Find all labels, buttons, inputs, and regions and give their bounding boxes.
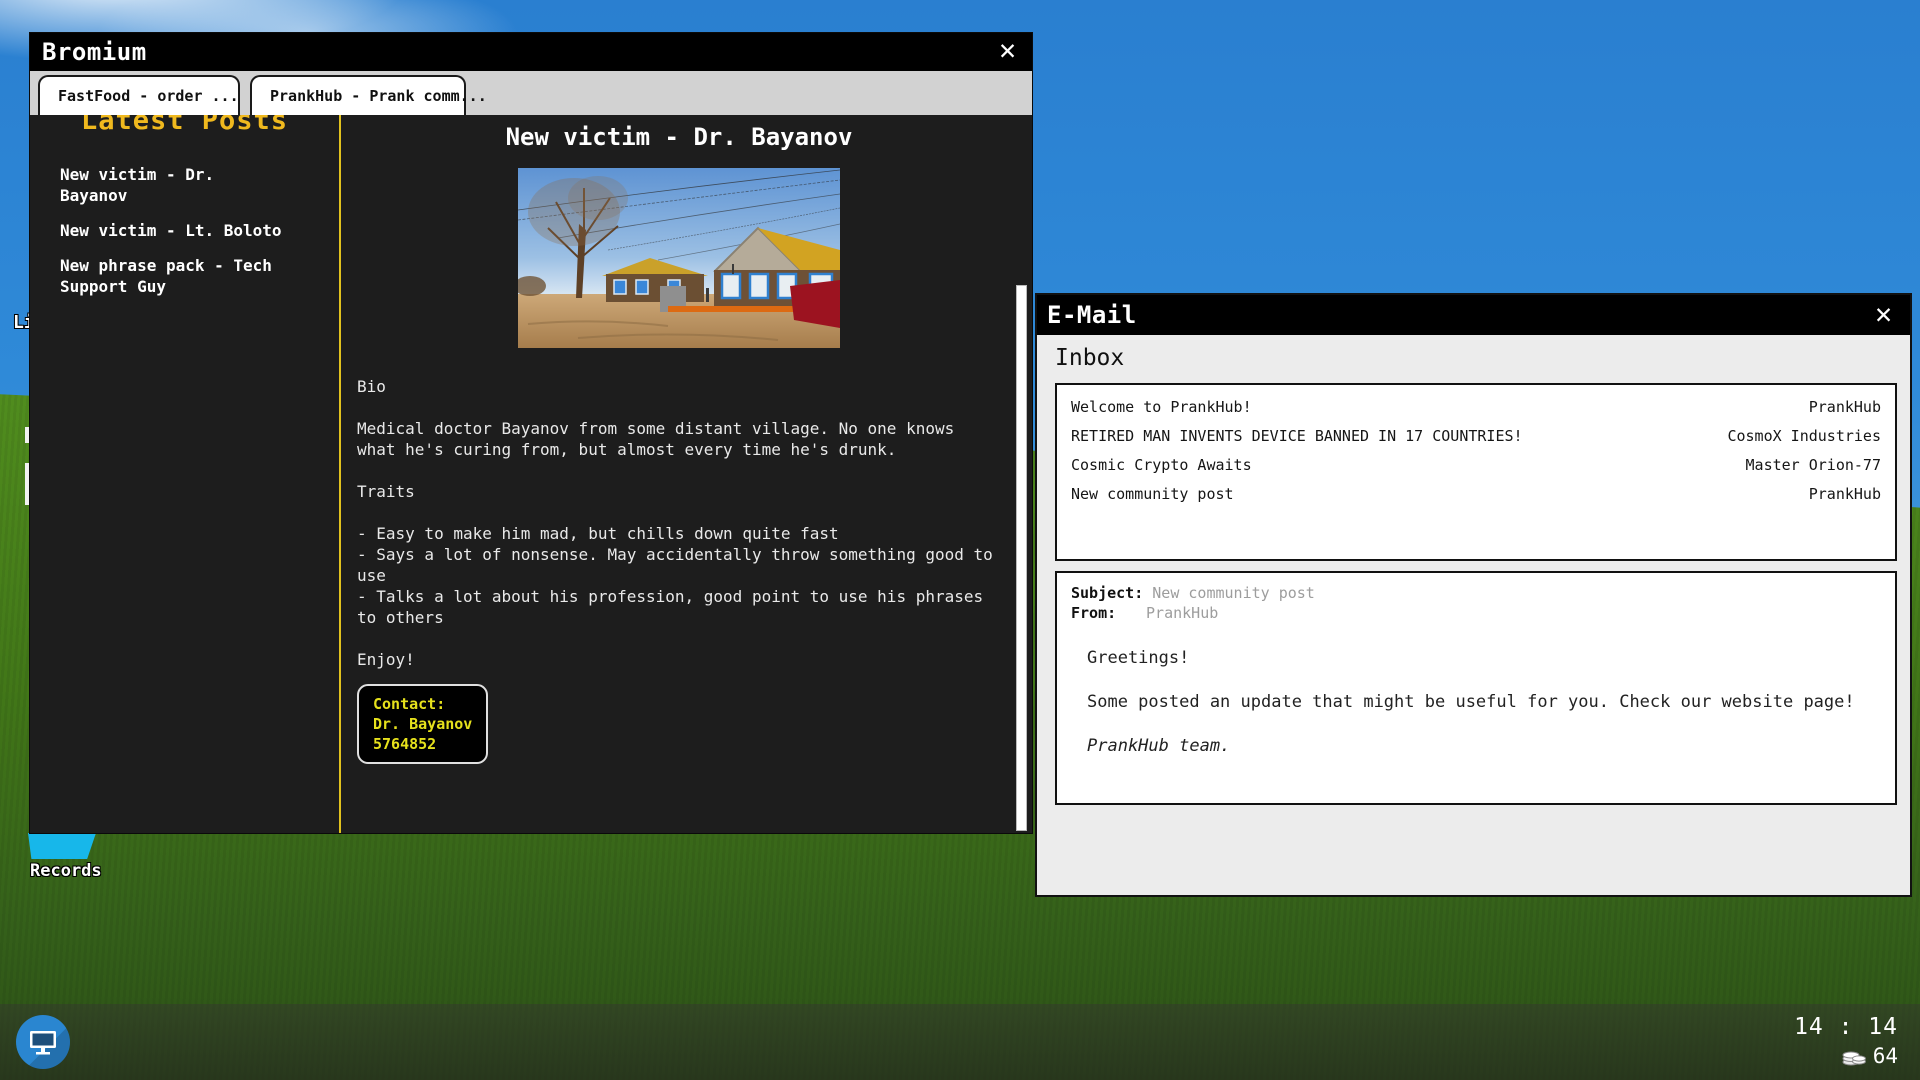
records-desktop-icon[interactable]: [28, 833, 96, 859]
taskbar-money: 64: [1842, 1044, 1898, 1068]
email-title: E-Mail: [1047, 301, 1137, 329]
tab-fastfood[interactable]: FastFood - order ...: [38, 75, 240, 115]
inbox-row-welcome[interactable]: Welcome to PrankHub! PrankHub: [1057, 393, 1895, 422]
message-pane: Subject: New community post From: PrankH…: [1055, 571, 1897, 805]
mail-sender: PrankHub: [1809, 396, 1881, 419]
traits-heading: Traits: [357, 481, 997, 502]
email-window: E-Mail ✕ Inbox Welcome to PrankHub! Pran…: [1035, 293, 1912, 897]
article-title: New victim - Dr. Bayanov: [343, 123, 1015, 151]
from-value: PrankHub: [1146, 604, 1218, 622]
post-link-lt-boloto[interactable]: New victim - Lt. Boloto: [60, 220, 290, 241]
browser-titlebar[interactable]: Bromium ✕: [30, 33, 1032, 71]
latest-posts-heading: Latest Posts: [30, 115, 339, 136]
subject-label: Subject:: [1071, 583, 1143, 603]
contact-card[interactable]: Contact: Dr. Bayanov 5764852: [357, 684, 488, 764]
records-icon-label[interactable]: Records: [30, 861, 102, 881]
contact-phone-number[interactable]: 5764852: [373, 734, 472, 754]
mail-sender: PrankHub: [1809, 483, 1881, 506]
taskbar-clock: 14 : 14: [1794, 1014, 1898, 1040]
mail-subject: New community post: [1071, 483, 1234, 506]
tab-fastfood-label: FastFood - order ...: [58, 87, 239, 105]
browser-scrollbar-thumb[interactable]: [1016, 285, 1027, 831]
email-titlebar[interactable]: E-Mail ✕: [1037, 295, 1910, 335]
post-link-phrase-pack[interactable]: New phrase pack - Tech Support Guy: [60, 255, 290, 297]
inbox-list: Welcome to PrankHub! PrankHub RETIRED MA…: [1055, 383, 1897, 561]
trait-item: - Talks a lot about his profession, good…: [357, 586, 997, 628]
latest-posts-sidebar: Latest Posts New victim - Dr. Bayanov Ne…: [30, 115, 341, 833]
trait-item: - Says a lot of nonsense. May accidental…: [357, 544, 997, 586]
from-label: From:: [1071, 603, 1137, 623]
coins-icon: [1842, 1046, 1866, 1066]
bio-text: Medical doctor Bayanov from some distant…: [357, 418, 997, 460]
mail-subject: Welcome to PrankHub!: [1071, 396, 1252, 419]
browser-window: Bromium ✕ FastFood - order ... PrankHub …: [30, 33, 1032, 833]
mail-sender: Master Orion-77: [1746, 454, 1881, 477]
browser-page-prankhub: Latest Posts New victim - Dr. Bayanov Ne…: [30, 115, 1032, 833]
tab-prankhub[interactable]: PrankHub - Prank comm...: [250, 75, 466, 115]
article-dr-bayanov: New victim - Dr. Bayanov: [343, 115, 1015, 833]
browser-title: Bromium: [42, 38, 147, 66]
taskbar: 14 : 14 64: [0, 1004, 1920, 1080]
message-greeting: Greetings!: [1087, 647, 1881, 669]
inbox-row-retired-man[interactable]: RETIRED MAN INVENTS DEVICE BANNED IN 17 …: [1057, 422, 1895, 451]
money-value: 64: [1873, 1044, 1898, 1068]
message-signature: PrankHub team.: [1087, 735, 1881, 757]
mail-sender: CosmoX Industries: [1727, 425, 1881, 448]
bio-heading: Bio: [357, 376, 997, 397]
email-close-icon[interactable]: ✕: [1875, 300, 1892, 328]
message-body-text: Some posted an update that might be usef…: [1087, 691, 1881, 713]
monitor-icon: [28, 1028, 58, 1056]
village-photo: [518, 168, 840, 348]
inbox-row-community-post[interactable]: New community post PrankHub: [1057, 480, 1895, 509]
inbox-row-cosmic-crypto[interactable]: Cosmic Crypto Awaits Master Orion-77: [1057, 451, 1895, 480]
contact-label: Contact:: [373, 694, 472, 714]
mail-subject: Cosmic Crypto Awaits: [1071, 454, 1252, 477]
tab-prankhub-label: PrankHub - Prank comm...: [270, 87, 487, 105]
mail-subject: RETIRED MAN INVENTS DEVICE BANNED IN 17 …: [1071, 425, 1523, 448]
desktop-monitor-button[interactable]: [16, 1015, 70, 1069]
subject-value: New community post: [1152, 584, 1315, 602]
trait-item: - Easy to make him mad, but chills down …: [357, 523, 997, 544]
article-outro: Enjoy!: [357, 649, 997, 670]
browser-close-icon[interactable]: ✕: [999, 36, 1016, 64]
browser-tabbar: FastFood - order ... PrankHub - Prank co…: [30, 71, 1032, 115]
contact-name: Dr. Bayanov: [373, 714, 472, 734]
post-link-dr-bayanov[interactable]: New victim - Dr. Bayanov: [60, 164, 290, 206]
inbox-heading: Inbox: [1055, 345, 1124, 371]
